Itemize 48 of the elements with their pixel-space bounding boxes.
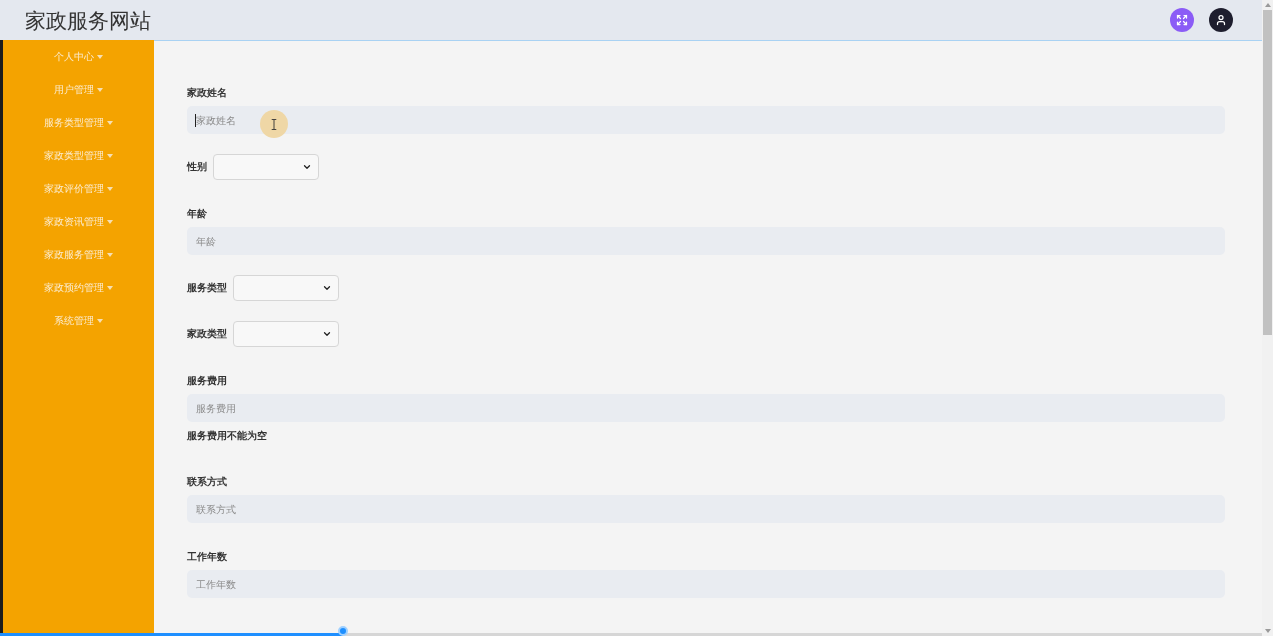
caret-down-icon [97, 87, 103, 92]
scrollbar-thumb[interactable] [1263, 10, 1272, 335]
field-label: 服务类型 [187, 281, 227, 295]
caret-down-icon [107, 153, 113, 158]
caret-down-icon [107, 285, 113, 290]
text-input[interactable]: 联系方式 [187, 495, 1225, 523]
caret-down-icon [97, 318, 103, 323]
select-dropdown[interactable] [233, 275, 339, 301]
field-label: 联系方式 [187, 475, 228, 489]
field-label: 性别 [187, 160, 207, 174]
sidebar-menu-item[interactable]: 家政服务管理 [3, 238, 154, 271]
chevron-down-icon [322, 329, 332, 339]
user-profile-button[interactable] [1209, 8, 1233, 32]
site-title: 家政服务网站 [25, 9, 151, 31]
select-dropdown[interactable] [233, 321, 339, 347]
fullscreen-button[interactable] [1170, 8, 1194, 32]
sidebar-menu-item[interactable]: 家政预约管理 [3, 271, 154, 304]
sidebar-menu-item[interactable]: 系统管理 [3, 304, 154, 337]
caret-down-icon [107, 219, 113, 224]
scroll-up-arrow-icon[interactable] [1264, 3, 1271, 7]
sidebar-menu-item[interactable]: 家政类型管理 [3, 139, 154, 172]
select-dropdown[interactable] [213, 154, 319, 180]
user-icon [1215, 14, 1227, 26]
field-label: 年龄 [187, 207, 208, 221]
caret-down-icon [107, 252, 113, 257]
field-label: 服务费用 [187, 374, 228, 388]
field-label: 工作年数 [187, 550, 228, 564]
sidebar-menu-item[interactable]: 家政评价管理 [3, 172, 154, 205]
scroll-down-arrow-icon[interactable] [1264, 629, 1271, 633]
text-input[interactable]: 年龄 [187, 227, 1225, 255]
sidebar-menu-item[interactable]: 服务类型管理 [3, 106, 154, 139]
text-input[interactable]: 家政姓名 [187, 106, 1225, 134]
error-message: 服务费用不能为空 [187, 429, 268, 443]
chevron-down-icon [302, 162, 312, 172]
sidebar-menu-item[interactable]: 个人中心 [3, 40, 154, 73]
expand-arrows-icon [1176, 14, 1188, 26]
text-input[interactable]: 服务费用 [187, 394, 1225, 422]
chevron-down-icon [322, 283, 332, 293]
caret-down-icon [107, 186, 113, 191]
caret-down-icon [107, 120, 113, 125]
field-label: 家政姓名 [187, 86, 228, 100]
sidebar-menu-item[interactable]: 家政资讯管理 [3, 205, 154, 238]
text-input[interactable]: 工作年数 [187, 570, 1225, 598]
sidebar-menu-item[interactable]: 用户管理 [3, 73, 154, 106]
caret-down-icon [97, 54, 103, 59]
video-progress-thumb[interactable] [338, 626, 349, 636]
field-label: 家政类型 [187, 327, 227, 341]
video-progress-track[interactable] [0, 626, 1262, 636]
